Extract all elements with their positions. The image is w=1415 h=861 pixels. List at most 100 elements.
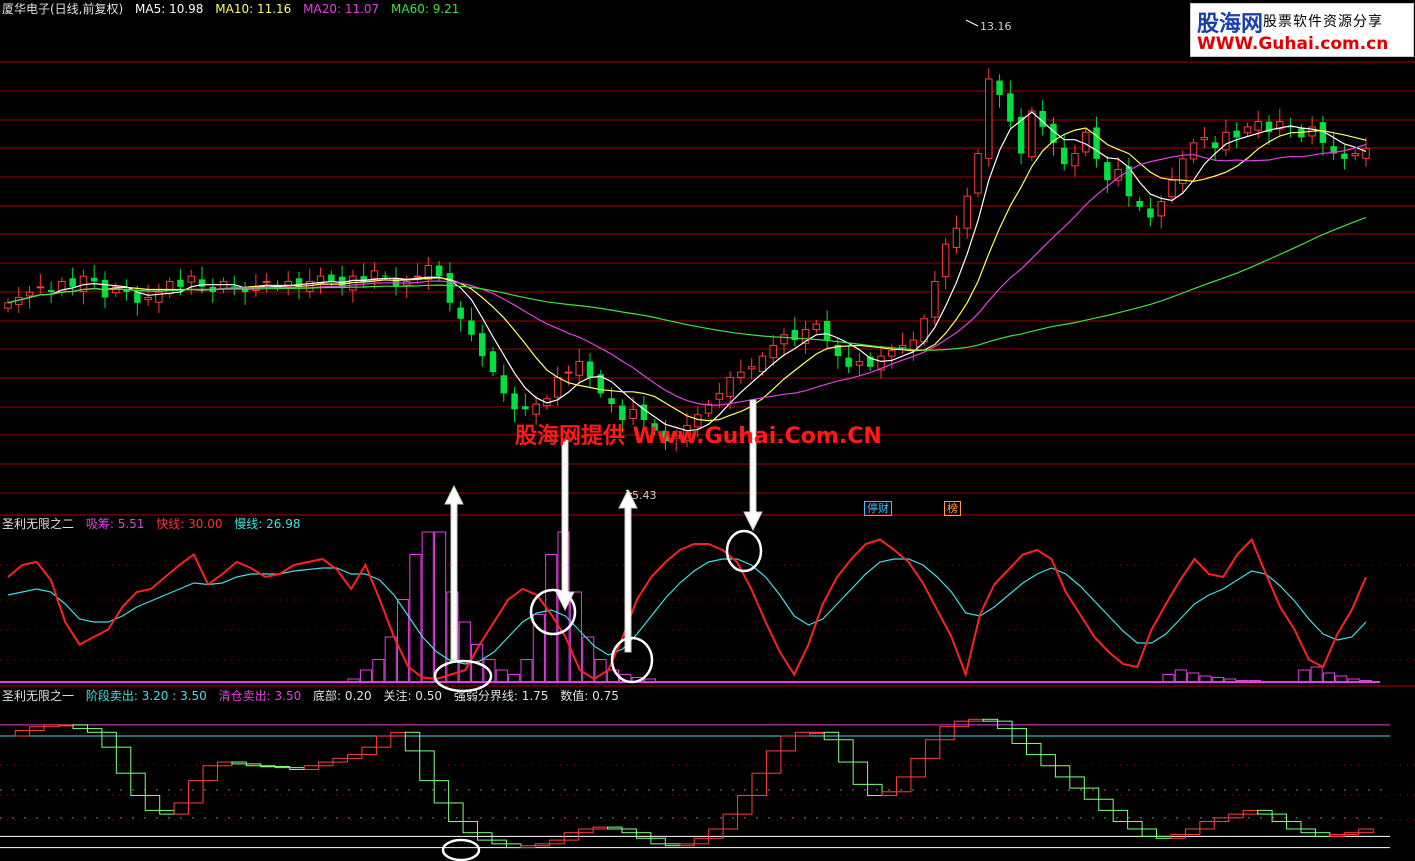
candle-body-103 (1114, 169, 1122, 181)
candle-body-89 (963, 195, 971, 229)
event-tag-1: 停财 (864, 501, 892, 516)
candle-body-44 (478, 333, 486, 357)
candle-body-21 (231, 286, 238, 288)
fast-label: 快线: 30.00 (156, 517, 223, 531)
value-step-4 (58, 724, 74, 727)
low-price-label: 5.43 (632, 489, 657, 502)
candle-body-116 (1254, 121, 1262, 131)
candle-body-6 (69, 278, 76, 287)
candle-body-98 (1060, 147, 1068, 165)
candle-body-87 (941, 243, 950, 278)
candle-body-38 (413, 275, 422, 278)
candle-body-114 (1233, 130, 1240, 138)
candle-body-105 (1136, 201, 1143, 207)
candle-body-56 (608, 398, 615, 405)
ma20-label: MA20: 11.07 (303, 2, 380, 16)
candle-body-43 (468, 320, 475, 335)
candle-body-90 (974, 153, 982, 194)
candle-body-0 (4, 302, 12, 309)
value-label: 数值: 0.75 (560, 689, 619, 703)
ma10-label: MA10: 11.16 (215, 2, 292, 16)
candle-body-126 (1362, 147, 1370, 159)
price-header: 厦华电子(日线,前复权) MA5: 10.98 MA10: 11.16 MA20… (2, 2, 467, 16)
candle-body-124 (1341, 153, 1348, 159)
candle-body-66 (715, 392, 724, 400)
candle-body-68 (737, 371, 745, 378)
candle-body-16 (177, 279, 184, 287)
candle-body-86 (931, 280, 939, 318)
candle-body-30 (328, 274, 335, 282)
focus-label: 关注: 0.50 (383, 689, 443, 703)
candle-body-92 (996, 80, 1003, 95)
ma5-label: MA5: 10.98 (135, 2, 204, 16)
ma60-label: MA60: 9.21 (391, 2, 460, 16)
candle-body-24 (262, 280, 271, 283)
value-step-18 (260, 765, 276, 768)
panel2-header: 圣利无限之二 吸筹: 5.51 快线: 30.00 慢线: 26.98 (2, 517, 309, 531)
guhai-logo: 股海网 股票软件资源分享 WWW.Guhai.com.cn (1190, 3, 1414, 57)
event-tag-2: 榜 (944, 501, 961, 516)
candle-body-120 (1298, 128, 1305, 138)
panel3-header: 圣利无限之一 阶段卖出: 3.20 : 3.50 清仓卖出: 3.50 底部: … (2, 689, 627, 703)
candle-body-15 (165, 280, 174, 295)
candle-body-35 (381, 275, 389, 277)
candle-body-3 (36, 286, 45, 289)
candle-body-102 (1104, 162, 1111, 181)
candle-body-71 (769, 344, 777, 359)
candle-body-53 (575, 360, 583, 376)
candle-body-76 (823, 320, 831, 341)
candle-body-72 (780, 334, 788, 345)
candle-body-82 (888, 350, 896, 357)
stage-sell-label: 阶段卖出: 3.20 : 3.50 (85, 689, 207, 703)
watermark-text: 股海网提供 Www.Guhai.Com.CN (515, 424, 882, 449)
candle-body-79 (855, 360, 864, 366)
candle-body-113 (1222, 131, 1230, 151)
candle-body-78 (845, 357, 852, 367)
candle-body-4 (47, 290, 55, 293)
candle-body-41 (446, 272, 454, 303)
candle-body-84 (909, 339, 918, 351)
candle-body-83 (898, 344, 907, 349)
candle-body-46 (500, 375, 508, 394)
candle-body-91 (985, 78, 993, 159)
value-step-56 (809, 731, 825, 734)
stock-title: 厦华电子(日线,前复权) (2, 2, 124, 16)
candle-body-2 (25, 291, 34, 297)
candle-body-8 (90, 277, 98, 282)
candle-body-49 (532, 403, 540, 415)
candle-body-93 (1007, 93, 1014, 122)
candle-body-45 (489, 351, 497, 373)
candle-body-95 (1028, 110, 1036, 158)
candle-body-52 (564, 371, 573, 374)
candle-body-106 (1147, 208, 1154, 218)
candle-body-17 (187, 275, 195, 283)
bottom-label: 底部: 0.20 (313, 689, 372, 703)
candle-body-101 (1093, 127, 1100, 159)
panel2-title: 圣利无限之二 (2, 517, 75, 531)
candle-body-69 (747, 366, 756, 370)
candle-body-47 (511, 393, 518, 410)
weak-strong-label: 强弱分界线: 1.75 (453, 689, 549, 703)
candle-body-70 (758, 355, 767, 373)
candle-body-112 (1211, 142, 1219, 149)
candle-body-108 (1168, 179, 1176, 198)
candle-body-40 (435, 265, 443, 277)
candle-body-34 (370, 270, 379, 279)
candle-body-75 (812, 323, 821, 330)
high-price-label: 13.16 (980, 20, 1012, 33)
candle-body-54 (586, 361, 594, 378)
candle-body-11 (123, 290, 130, 293)
candle-body-51 (553, 376, 562, 398)
candle-body-107 (1157, 201, 1165, 217)
candle-body-111 (1200, 137, 1209, 141)
slow-label: 慢线: 26.98 (234, 517, 301, 531)
clear-sell-label: 清仓卖出: 3.50 (218, 689, 302, 703)
candle-body-110 (1189, 142, 1198, 160)
candle-body-13 (144, 296, 152, 301)
logo-tagline: 股票软件资源分享 (1263, 14, 1383, 30)
candle-body-125 (1351, 153, 1359, 157)
candle-body-42 (457, 307, 464, 319)
candle-body-48 (522, 406, 529, 410)
candle-body-67 (726, 376, 734, 398)
logo-url: WWW.Guhai.com.cn (1197, 34, 1389, 54)
